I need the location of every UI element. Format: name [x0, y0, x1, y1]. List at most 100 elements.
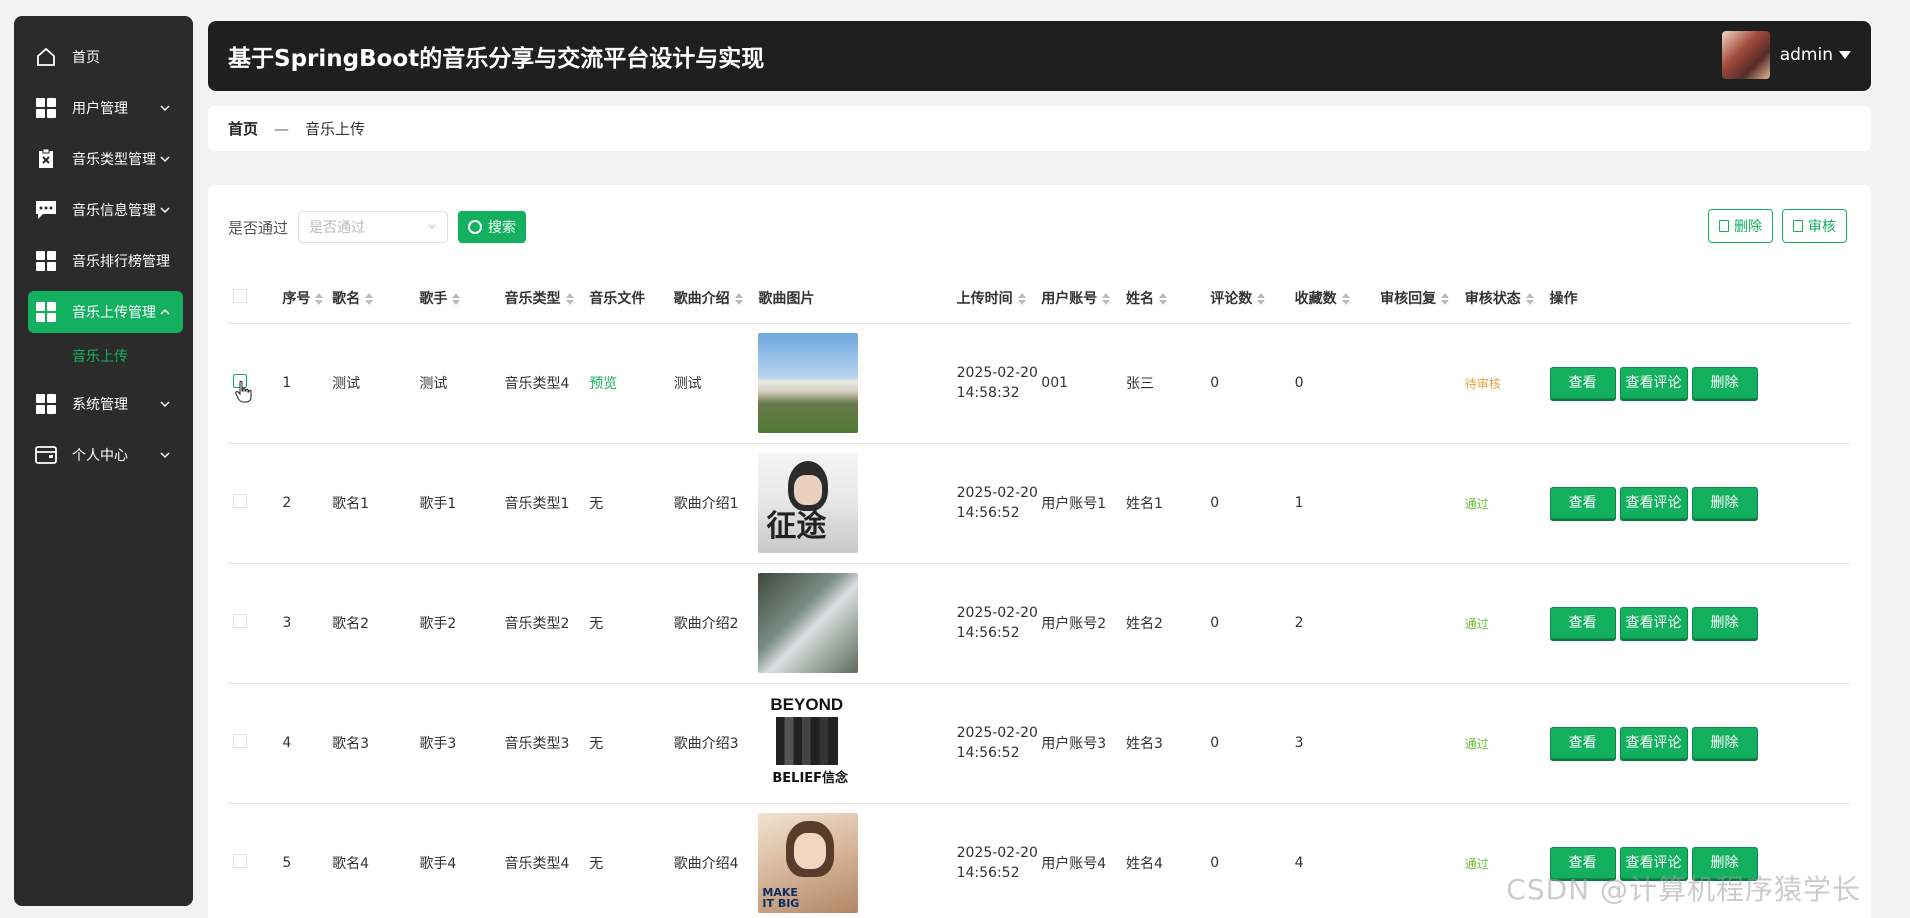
cell-real-name: 张三 — [1126, 323, 1211, 444]
sidebar-item-music-type[interactable]: 音乐类型管理 — [28, 138, 183, 180]
upload-time: 14:56:52 — [956, 625, 1020, 641]
column-header[interactable]: 歌曲介绍 — [673, 273, 759, 324]
column-header[interactable]: 歌名 — [332, 273, 420, 324]
cell-index: 2 — [282, 443, 333, 564]
view-comments-button[interactable]: 查看评论 — [1619, 607, 1688, 639]
column-header[interactable]: 音乐类型 — [504, 273, 590, 324]
column-header[interactable]: 评论数 — [1210, 273, 1295, 324]
song-cover-image[interactable] — [758, 333, 859, 433]
cell-song-name: 测试 — [332, 323, 420, 444]
column-header[interactable]: 序号 — [282, 273, 333, 324]
sidebar-item-system[interactable]: 系统管理 — [28, 383, 183, 425]
cell-upload-time: 2025-02-20 14:56:52 — [956, 683, 1042, 804]
cell-cover — [758, 323, 957, 444]
sidebar-item-label: 音乐排行榜管理 — [72, 254, 170, 270]
view-button[interactable]: 查看 — [1549, 607, 1616, 639]
sort-icon — [1159, 292, 1167, 305]
username[interactable]: admin — [1780, 45, 1833, 65]
sidebar-item-home[interactable]: 首页 — [28, 36, 183, 78]
cell-upload-time: 2025-02-20 14:56:52 — [956, 443, 1042, 564]
song-cover-image[interactable]: BEYOND BELIEF信念 — [758, 693, 859, 793]
search-button[interactable]: 搜索 — [458, 211, 527, 243]
column-header[interactable]: 审核回复 — [1380, 273, 1465, 324]
cell-intro: 测试 — [673, 323, 759, 444]
cell-account: 001 — [1041, 323, 1126, 444]
stamp-icon — [1793, 220, 1803, 232]
breadcrumb-home[interactable]: 首页 — [228, 118, 258, 139]
row-delete-button[interactable]: 删除 — [1691, 727, 1758, 759]
sort-icon — [315, 292, 324, 305]
view-button[interactable]: 查看 — [1549, 727, 1616, 759]
main-content: 是否通过 是否通过 搜索 删除 审核 序号 歌名 歌手 音乐类型 音乐文件 歌曲… — [208, 185, 1871, 918]
table-row: 2 歌名1 歌手1 音乐类型1 无歌曲介绍1 征途 2025-02-20 14:56:52 用户… — [228, 443, 1851, 564]
view-button[interactable]: 查看 — [1549, 367, 1616, 399]
cell-actions: 查看 查看评论 删除 — [1549, 563, 1851, 684]
row-delete-button[interactable]: 删除 — [1691, 487, 1758, 519]
sort-icon — [734, 292, 743, 305]
sidebar-item-music-upload[interactable]: 音乐上传管理 — [28, 291, 183, 333]
cell-comments: 0 — [1210, 803, 1295, 918]
song-cover-image[interactable]: MAKE IT BIG — [758, 813, 859, 913]
sort-icon — [1341, 292, 1350, 305]
clipboard-icon — [34, 147, 58, 171]
cell-song-name: 歌名3 — [332, 683, 420, 804]
sort-icon — [1017, 292, 1026, 305]
view-comments-button[interactable]: 查看评论 — [1619, 487, 1688, 519]
grid-icon — [34, 300, 58, 324]
row-checkbox[interactable] — [233, 854, 247, 868]
chevron-down-icon — [160, 105, 170, 112]
sidebar-item-music-info[interactable]: 音乐信息管理 — [28, 189, 183, 231]
cover-text: BELIEF信念 — [772, 771, 849, 786]
cell-real-name: 姓名4 — [1126, 803, 1211, 918]
watermark: CSDN @计算机程序猿学长 — [1506, 873, 1861, 906]
cell-index: 3 — [282, 563, 333, 684]
column-header[interactable]: 收藏数 — [1294, 273, 1381, 324]
cell-music-file: 无 — [589, 563, 674, 684]
song-cover-image[interactable] — [758, 573, 859, 673]
view-comments-button[interactable]: 查看评论 — [1619, 367, 1688, 399]
cell-upload-time: 2025-02-20 14:56:52 — [956, 803, 1042, 918]
approval-select[interactable]: 是否通过 — [298, 211, 449, 243]
cell-music-type: 音乐类型3 — [504, 683, 590, 804]
view-button[interactable]: 查看 — [1549, 487, 1616, 519]
row-delete-button[interactable]: 删除 — [1691, 367, 1758, 399]
row-delete-button[interactable]: 删除 — [1691, 607, 1758, 639]
trash-icon — [1719, 220, 1729, 232]
select-all-checkbox[interactable] — [233, 288, 247, 303]
data-table: 序号 歌名 歌手 音乐类型 音乐文件 歌曲介绍 歌曲图片 上传时间 用户账号 姓… — [228, 273, 1851, 918]
view-comments-button[interactable]: 查看评论 — [1619, 727, 1688, 759]
sidebar-item-profile[interactable]: 个人中心 — [28, 434, 183, 476]
delete-button[interactable]: 删除 — [1708, 209, 1773, 243]
caret-down-icon[interactable] — [1839, 51, 1851, 59]
column-header[interactable]: 上传时间 — [956, 273, 1042, 324]
row-checkbox[interactable] — [233, 494, 247, 508]
column-header: 操作 — [1549, 273, 1851, 324]
chevron-down-icon — [428, 224, 436, 229]
row-checkbox[interactable] — [233, 614, 247, 628]
search-button-label: 搜索 — [488, 220, 517, 236]
user-menu[interactable]: admin — [1721, 31, 1851, 79]
sidebar-subitem-music-upload[interactable]: 音乐上传 — [28, 338, 183, 374]
sort-icon — [452, 292, 461, 305]
upload-time: 14:56:52 — [956, 505, 1020, 521]
row-checkbox[interactable] — [233, 734, 247, 748]
cell-account: 用户账号4 — [1041, 803, 1126, 918]
cell-cover: 征途 — [758, 443, 957, 564]
status-badge: 通过 — [1464, 856, 1489, 871]
grid-icon — [34, 96, 58, 120]
cell-reply — [1380, 683, 1465, 804]
audit-button[interactable]: 审核 — [1782, 209, 1847, 243]
song-cover-image[interactable]: 征途 — [758, 453, 859, 553]
column-header[interactable]: 用户账号 — [1041, 273, 1126, 324]
cell-music-file[interactable]: 预览 — [589, 323, 674, 444]
sidebar: 首页 用户管理 音乐类型管理 音乐信息管理 音乐排行榜管理 音乐上传管理 音乐上… — [14, 16, 193, 906]
sidebar-item-user-management[interactable]: 用户管理 — [28, 87, 183, 129]
column-header[interactable]: 歌手 — [419, 273, 505, 324]
column-header[interactable]: 审核状态 — [1464, 273, 1550, 324]
cell-intro: 歌曲介绍3 — [673, 683, 759, 804]
avatar[interactable] — [1721, 31, 1770, 79]
cell-song-name: 歌名2 — [332, 563, 420, 684]
cell-song-name: 歌名4 — [332, 803, 420, 918]
sidebar-item-music-ranking[interactable]: 音乐排行榜管理 — [28, 240, 183, 282]
column-header[interactable]: 姓名 — [1126, 273, 1211, 324]
